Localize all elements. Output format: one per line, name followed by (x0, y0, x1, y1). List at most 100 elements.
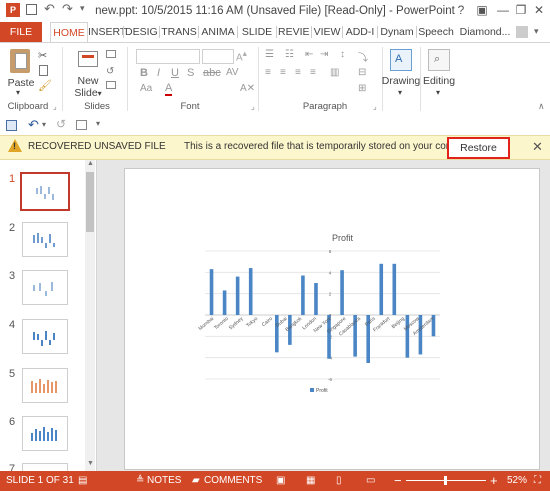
scroll-down-icon[interactable]: ▼ (87, 460, 94, 467)
slide-sorter-icon[interactable]: ▦ (306, 475, 315, 486)
zoom-slider-thumb[interactable] (444, 476, 447, 485)
normal-view-icon[interactable]: ▣ (276, 475, 285, 486)
tab-dynam[interactable]: Dynam (379, 22, 415, 42)
restore-button[interactable]: Restore (447, 137, 510, 159)
font-color-icon[interactable]: A (165, 82, 173, 96)
paste-icon[interactable] (10, 49, 30, 73)
font-launcher-icon[interactable]: ⌟ (251, 102, 255, 111)
tab-view[interactable]: VIEW (313, 22, 341, 42)
italic-icon[interactable]: I (157, 67, 160, 79)
current-slide[interactable]: Profit6420-2-4-6MumbaiTorontoSydneyTokyo… (124, 168, 540, 470)
account-avatar-icon[interactable] (516, 26, 528, 38)
tab-animations[interactable]: ANIMA (200, 22, 236, 42)
editing-label[interactable]: Editing (419, 75, 459, 87)
tab-home[interactable]: HOME (50, 22, 88, 44)
font-size-box[interactable] (202, 49, 234, 64)
editing-dropdown-icon[interactable]: ▾ (436, 88, 440, 97)
smartart-icon[interactable]: ⊞ (358, 83, 366, 94)
tab-insert[interactable]: INSERT (88, 22, 126, 42)
font-name-box[interactable] (136, 49, 200, 64)
underline-icon[interactable]: U (171, 67, 179, 79)
cut-icon[interactable]: ✂ (38, 49, 47, 62)
clear-formatting-icon[interactable]: A✕ (240, 83, 255, 94)
new-slide-label[interactable]: New Slide▾ (72, 75, 104, 100)
tab-slideshow[interactable]: SLIDE S (239, 22, 275, 58)
numbering-icon[interactable]: ☷ (285, 49, 294, 60)
collapse-ribbon-icon[interactable]: ∧ (538, 101, 545, 112)
reading-view-icon[interactable]: ▯ (336, 475, 342, 486)
grow-font-icon[interactable]: A▴ (236, 48, 247, 63)
account-name[interactable]: Diamond... (458, 22, 512, 42)
tab-addins[interactable]: ADD-I (344, 22, 376, 42)
close-message-icon[interactable]: ✕ (532, 139, 543, 155)
paste-label[interactable]: Paste (7, 77, 35, 89)
align-center-icon[interactable]: ≡ (280, 67, 286, 78)
text-direction-icon[interactable]: ⤵ (358, 49, 368, 64)
drawing-dropdown-icon[interactable]: ▾ (398, 88, 402, 97)
section-icon[interactable] (106, 81, 116, 89)
zoom-level[interactable]: 52% (507, 475, 527, 486)
scroll-thumb[interactable] (86, 172, 94, 232)
decrease-indent-icon[interactable]: ⇤ (305, 49, 313, 60)
qat-customize-icon[interactable]: ▾ (96, 119, 100, 128)
maximize-button[interactable]: ❐ (511, 2, 531, 18)
scroll-up-icon[interactable]: ▲ (87, 160, 94, 167)
shadow-icon[interactable]: S (187, 67, 194, 79)
close-button[interactable]: ✕ (529, 2, 549, 18)
zoom-in-icon[interactable]: + (490, 473, 498, 488)
slide-thumbnail-1[interactable] (20, 172, 70, 211)
qat-undo-icon[interactable]: ↶ (28, 117, 39, 133)
slide-thumbnail-4[interactable] (22, 319, 68, 354)
notes-icon[interactable]: ≜ (136, 475, 144, 486)
tab-speech[interactable]: Speech (418, 22, 454, 42)
change-case-icon[interactable]: Aa (140, 83, 152, 94)
qat-repeat-icon[interactable]: ↺ (56, 117, 66, 131)
thumbnail-scrollbar[interactable]: ▲ ▼ (85, 160, 95, 471)
tab-design[interactable]: DESIG (125, 22, 158, 42)
align-text-icon[interactable]: ⊟ (358, 67, 366, 78)
justify-icon[interactable]: ≡ (310, 67, 316, 78)
tab-file[interactable]: FILE (0, 22, 42, 42)
columns-icon[interactable]: ▥ (330, 67, 339, 78)
editing-icon[interactable]: ⌕ (428, 49, 450, 71)
comments-icon[interactable]: ▰ (192, 475, 200, 486)
qat-save-icon[interactable] (6, 120, 17, 131)
line-spacing-icon[interactable]: ↕ (340, 49, 345, 60)
clipboard-launcher-icon[interactable]: ⌟ (53, 102, 57, 111)
drawing-label[interactable]: Drawing (381, 75, 421, 87)
bullets-icon[interactable]: ☰ (265, 49, 274, 60)
tab-transitions[interactable]: TRANS (161, 22, 197, 42)
paragraph-launcher-icon[interactable]: ⌟ (373, 102, 377, 111)
format-painter-icon[interactable]: 🖌 (38, 79, 52, 92)
qat-undo-dropdown-icon[interactable]: ▾ (42, 120, 46, 129)
slide-thumbnail-3[interactable] (22, 270, 68, 305)
help-button[interactable]: ? (451, 2, 471, 18)
increase-indent-icon[interactable]: ⇥ (320, 49, 328, 60)
slide-thumbnail-6[interactable] (22, 416, 68, 451)
profit-chart[interactable]: Profit6420-2-4-6MumbaiTorontoSydneyTokyo… (125, 169, 539, 469)
account-menu-icon[interactable]: ▾ (534, 26, 539, 37)
tab-review[interactable]: REVIE (278, 22, 310, 42)
char-spacing-icon[interactable]: AV (226, 67, 239, 78)
layout-icon[interactable] (106, 50, 116, 58)
bold-icon[interactable]: B (140, 67, 148, 79)
notes-button[interactable]: NOTES (147, 475, 181, 486)
strikethrough-icon[interactable]: abc (203, 67, 221, 79)
zoom-out-icon[interactable]: − (394, 473, 402, 488)
slideshow-icon[interactable]: ▭ (366, 475, 375, 486)
qat-start-from-beginning-icon[interactable] (76, 120, 87, 130)
align-left-icon[interactable]: ≡ (265, 67, 271, 78)
reset-icon[interactable]: ↺ (106, 66, 114, 77)
ribbon-display-options-icon[interactable]: ▣ (472, 2, 492, 18)
comments-button[interactable]: COMMENTS (204, 475, 262, 486)
new-slide-icon[interactable] (78, 51, 98, 67)
minimize-button[interactable]: — (493, 2, 513, 18)
slide-thumbnail-5[interactable] (22, 368, 68, 403)
drawing-shapes-icon[interactable]: A (390, 49, 412, 71)
spelling-icon[interactable]: ▤ (78, 475, 87, 486)
align-right-icon[interactable]: ≡ (295, 67, 301, 78)
fit-slide-icon[interactable]: ⛶ (534, 475, 541, 486)
copy-icon[interactable] (39, 65, 48, 76)
slide-thumbnail-2[interactable] (22, 222, 68, 257)
paste-dropdown-icon[interactable]: ▾ (16, 88, 20, 97)
